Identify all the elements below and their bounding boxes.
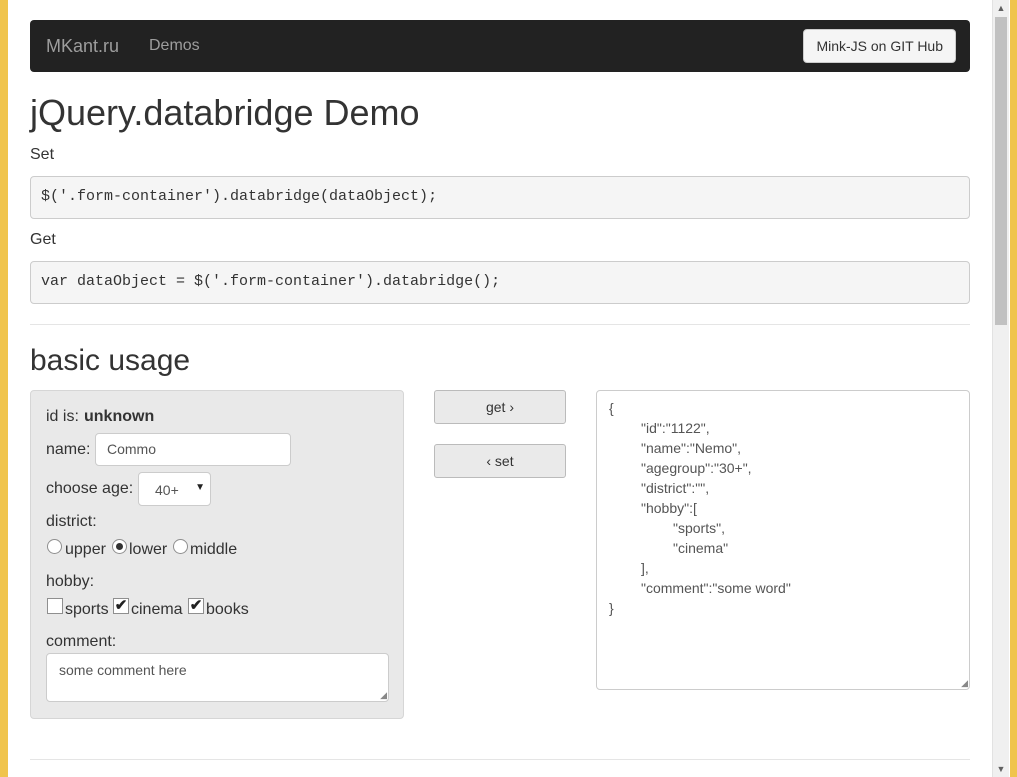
comment-label: comment: [46,633,117,650]
json-line: { [609,400,614,416]
checkbox-sports-label: sports [65,601,109,618]
checkbox-books-label: books [206,601,249,618]
get-code-block: var dataObject = $('.form-container').da… [30,261,970,304]
brand-link[interactable]: MKant.ru [46,36,119,57]
name-input[interactable]: Commo [95,433,291,466]
age-select[interactable]: 40+ ▼ [138,472,211,506]
age-select-value: 40+ [155,482,179,498]
json-line: "name":"Nemo", [641,440,742,456]
json-line: "sports", [673,520,725,536]
radio-lower-label: lower [129,541,168,558]
github-button[interactable]: Mink-JS on GIT Hub [803,29,956,63]
set-label: Set [30,146,55,163]
radio-middle[interactable] [173,539,188,554]
page-title: jQuery.databridge Demo [30,92,420,133]
chevron-down-icon: ▼ [195,482,205,493]
section-title: basic usage [30,344,191,377]
set-code-block: $('.form-container').databridge(dataObje… [30,176,970,219]
resize-grip-icon[interactable]: ◢ [380,691,387,700]
json-line: "comment":"some word" [641,580,791,596]
divider [30,324,970,325]
json-line: "id":"1122", [641,420,710,436]
json-line: "agegroup":"30+", [641,460,752,476]
json-line: "hobby":[ [641,500,697,516]
radio-lower[interactable] [112,539,127,554]
set-button[interactable]: ‹ set [434,444,566,478]
district-label: district: [46,513,97,530]
form-container: id is: unknown name: Commo choose age: 4… [30,390,404,719]
get-label: Get [30,231,56,248]
age-label: choose age: [46,480,134,497]
divider [30,759,970,760]
radio-middle-label: middle [190,541,238,558]
id-value: unknown [84,408,155,425]
radio-upper-label: upper [65,541,106,558]
checkbox-cinema[interactable]: ✔ [113,598,129,614]
json-output-textarea[interactable]: { "id":"1122", "name":"Nemo", "agegroup"… [596,390,970,690]
checkbox-cinema-label: cinema [131,601,183,618]
checkbox-sports[interactable] [47,598,63,614]
id-label: id is: [46,408,79,425]
nav-link-demos[interactable]: Demos [149,37,200,55]
checkbox-books[interactable]: ✔ [188,598,204,614]
window-frame-left [0,0,8,777]
json-line: "district":"", [641,480,710,496]
comment-text: some comment here [59,662,187,678]
vertical-scrollbar[interactable]: ▲ ▼ [992,0,1009,777]
json-line: ], [641,560,649,576]
json-line: "cinema" [673,540,729,556]
hobby-label: hobby: [46,573,95,590]
top-navbar: MKant.ru Demos Mink-JS on GIT Hub [30,20,970,72]
comment-textarea[interactable]: some comment here ◢ [46,653,389,702]
name-label: name: [46,441,91,458]
scroll-down-arrow-icon[interactable]: ▼ [993,761,1009,777]
get-button[interactable]: get › [434,390,566,424]
scroll-up-arrow-icon[interactable]: ▲ [993,0,1009,16]
resize-grip-icon[interactable]: ◢ [961,679,968,688]
window-frame-right [1010,0,1017,777]
scrollbar-thumb[interactable] [995,17,1007,325]
radio-upper[interactable] [47,539,62,554]
json-line: } [609,600,614,616]
